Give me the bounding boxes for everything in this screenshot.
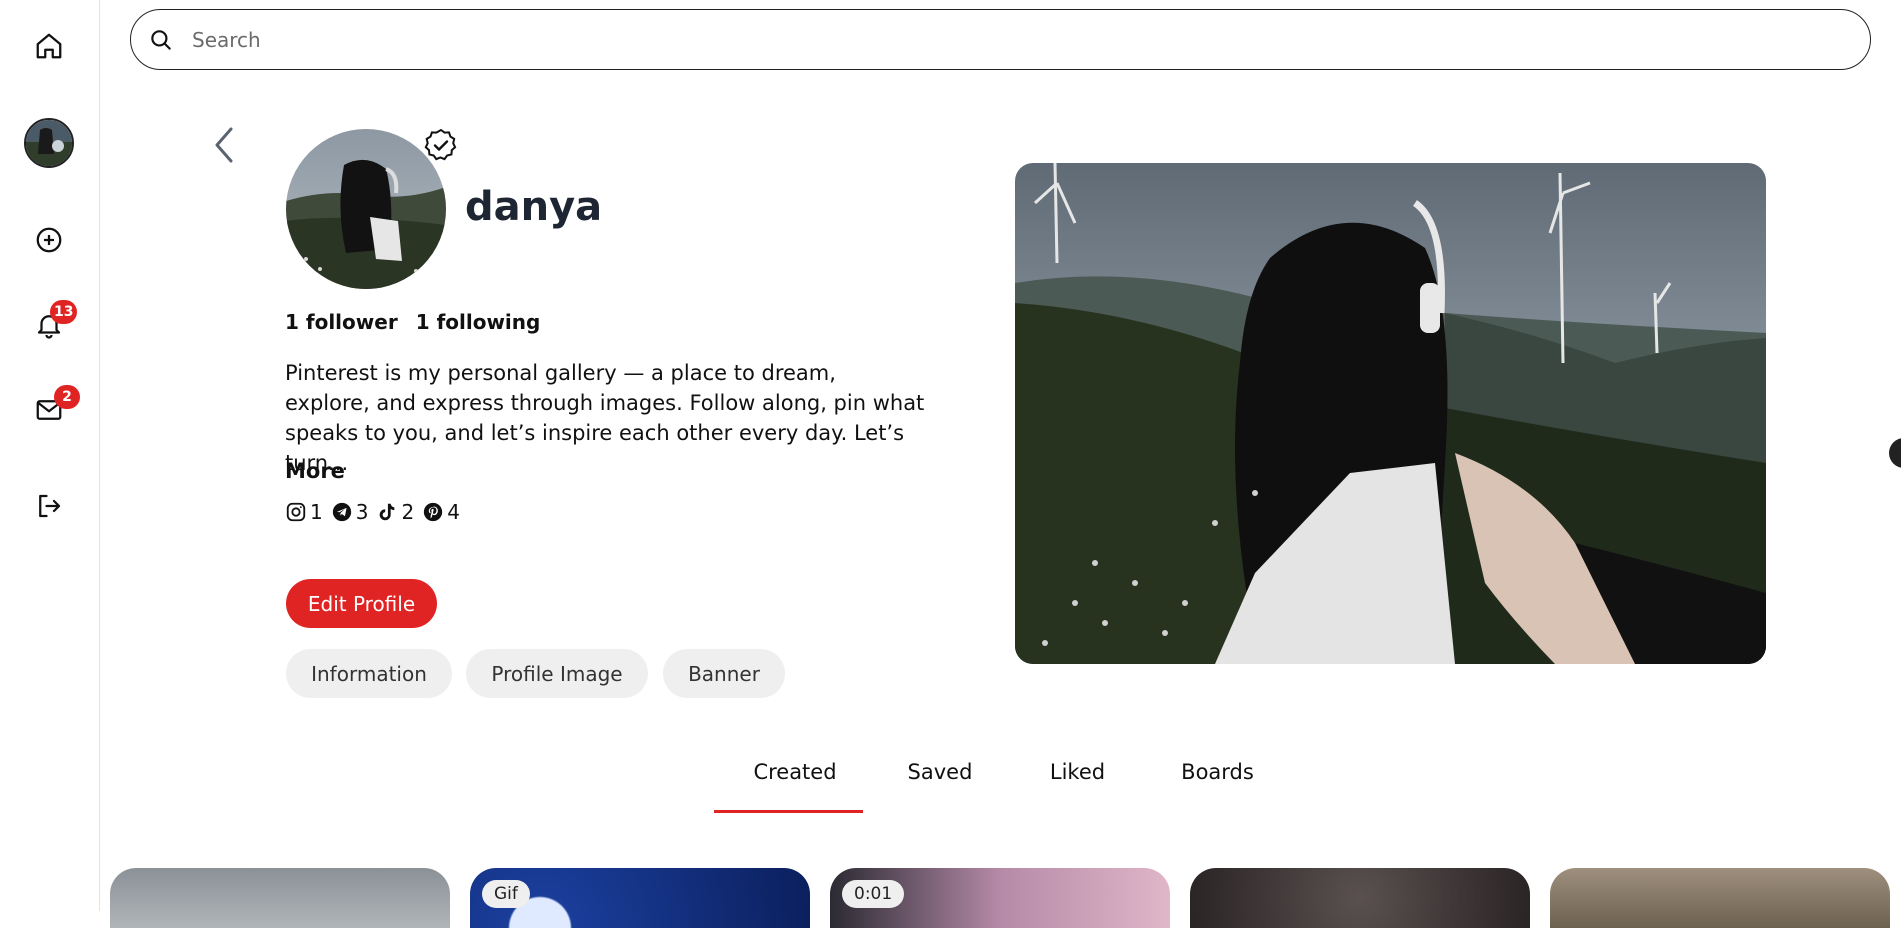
- logout-button[interactable]: [23, 480, 75, 532]
- pinterest-icon: [424, 502, 443, 522]
- pin-card[interactable]: [110, 868, 450, 928]
- logout-icon: [39, 494, 61, 518]
- video-duration-label: 0:01: [842, 880, 905, 908]
- followers-count[interactable]: 1 follower: [285, 310, 398, 334]
- tab-liked[interactable]: Liked: [1040, 760, 1115, 784]
- pin-card[interactable]: [1550, 868, 1890, 928]
- plus-circle-icon: [36, 227, 62, 253]
- profile-avatar[interactable]: [286, 129, 446, 289]
- verified-badge-icon: [424, 128, 458, 162]
- social-tiktok[interactable]: 2: [376, 500, 414, 524]
- notifications-badge: 13: [50, 300, 78, 324]
- social-telegram[interactable]: 3: [331, 500, 369, 524]
- sidebar: 13 2: [0, 0, 100, 911]
- search-icon: [151, 29, 171, 50]
- profile-image-button[interactable]: Profile Image: [466, 649, 648, 698]
- pin-card[interactable]: [1190, 868, 1530, 928]
- active-tab-indicator: [714, 810, 863, 813]
- gif-label: Gif: [482, 880, 530, 908]
- instagram-count: 1: [310, 500, 323, 524]
- social-links: 1 3 2 4: [285, 500, 468, 524]
- bio-more-link[interactable]: More: [285, 459, 345, 483]
- telegram-count: 3: [355, 500, 369, 524]
- messages-badge: 2: [54, 385, 80, 409]
- edit-profile-button[interactable]: Edit Profile: [286, 579, 437, 628]
- pinterest-count: 4: [447, 500, 460, 524]
- information-button[interactable]: Information: [286, 649, 452, 698]
- social-pinterest[interactable]: 4: [422, 500, 460, 524]
- scroll-handle[interactable]: [1889, 438, 1901, 468]
- pin-card[interactable]: Gif: [470, 868, 810, 928]
- back-button[interactable]: [205, 122, 243, 168]
- tab-boards[interactable]: Boards: [1175, 760, 1260, 784]
- profile-bio: Pinterest is my personal gallery — a pla…: [285, 361, 925, 475]
- banner-button[interactable]: Banner: [663, 649, 785, 698]
- instagram-icon: [286, 502, 306, 522]
- profile-username: danya: [465, 184, 603, 230]
- create-button[interactable]: [23, 214, 75, 266]
- social-instagram[interactable]: 1: [285, 500, 323, 524]
- telegram-icon: [332, 502, 351, 522]
- tiktok-count: 2: [401, 500, 415, 524]
- following-count[interactable]: 1 following: [416, 310, 541, 334]
- sidebar-avatar[interactable]: [24, 118, 74, 168]
- search-input[interactable]: [190, 26, 1870, 53]
- home-icon: [36, 33, 62, 59]
- follow-stats: 1 follower 1 following: [285, 310, 540, 334]
- search-bar[interactable]: [130, 9, 1871, 70]
- tab-created[interactable]: Created: [745, 760, 845, 784]
- tiktok-icon: [380, 503, 395, 521]
- home-button[interactable]: [23, 20, 75, 72]
- tab-saved[interactable]: Saved: [900, 760, 980, 784]
- chevron-left-icon: [215, 127, 233, 163]
- pin-card[interactable]: 0:01: [830, 868, 1170, 928]
- profile-banner: [1015, 163, 1766, 664]
